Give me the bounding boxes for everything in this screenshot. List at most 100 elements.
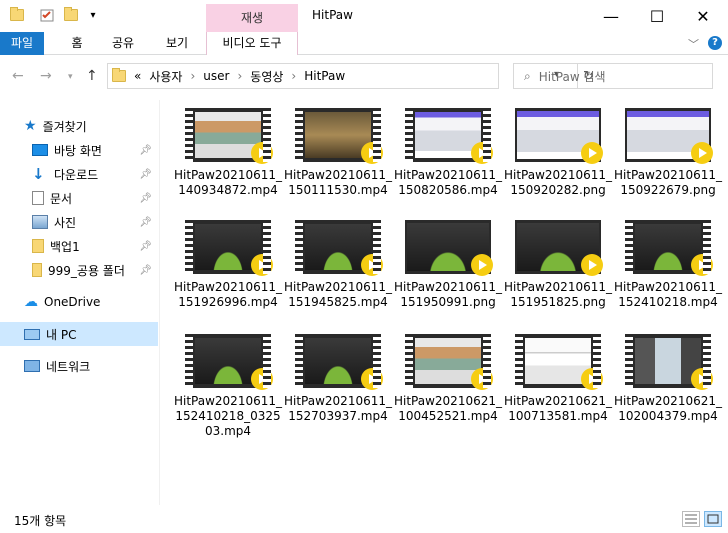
maximize-button[interactable]: ☐ [634, 0, 680, 32]
sidebar-item-label: 다운로드 [54, 167, 99, 182]
customize-toolbar-icon[interactable]: ▾ [84, 6, 102, 24]
breadcrumb-videos[interactable]: 동영상 [250, 68, 283, 85]
pin-icon[interactable]: 📌︎ [139, 265, 152, 276]
sidebar-item-documents[interactable]: 문서 📌︎ [32, 186, 158, 210]
sidebar-item-label: 네트워크 [46, 359, 91, 374]
file-item[interactable]: HitPaw20210621_100713581.mp4 [503, 334, 613, 448]
tab-file[interactable]: 파일 [0, 32, 44, 55]
tab-share[interactable]: 공유 [100, 32, 146, 55]
file-item[interactable]: HitPaw20210611_151950991.png [393, 220, 503, 334]
file-name: HitPaw20210611_150920282.png [503, 168, 612, 197]
pin-icon[interactable]: 📌︎ [139, 217, 152, 228]
minimize-button[interactable]: — [588, 0, 634, 32]
file-name: HitPaw20210611_150820586.mp4 [393, 168, 502, 197]
file-name: HitPaw20210611_151950991.png [393, 280, 502, 309]
play-icon [581, 368, 603, 390]
file-name: HitPaw20210621_102004379.mp4 [613, 394, 722, 423]
file-item[interactable]: HitPaw20210611_150922679.png [613, 108, 723, 222]
pin-icon[interactable]: 📌︎ [139, 145, 152, 156]
file-thumbnail [515, 108, 603, 164]
play-icon [581, 254, 603, 276]
file-item[interactable]: HitPaw20210621_102004379.mp4 [613, 334, 723, 448]
context-tab-play[interactable]: 재생 [206, 4, 298, 32]
download-icon: ↓ [32, 165, 45, 183]
play-icon [581, 142, 603, 164]
sidebar-item-label: 백업1 [50, 239, 80, 254]
sidebar-item-label: 즐겨찾기 [42, 119, 87, 134]
sidebar-item-label: 999_공용 폴더 [48, 263, 125, 278]
recent-locations-icon[interactable]: ▾ [68, 72, 73, 82]
play-icon [691, 142, 713, 164]
new-folder-icon[interactable] [62, 6, 80, 24]
computer-icon [24, 328, 40, 340]
breadcrumb-overflow[interactable]: « [134, 69, 141, 83]
file-thumbnail [625, 108, 713, 164]
file-thumbnail [295, 334, 383, 390]
file-name: HitPaw20210611_151926996.mp4 [173, 280, 282, 309]
file-item[interactable]: HitPaw20210611_151945825.mp4 [283, 220, 393, 334]
file-item[interactable]: HitPaw20210611_151926996.mp4 [173, 220, 283, 334]
up-icon[interactable]: ↑ [86, 68, 98, 84]
play-icon [471, 368, 493, 390]
sidebar-item-label: 바탕 화면 [54, 143, 102, 158]
pin-icon[interactable]: 📌︎ [139, 169, 152, 180]
file-item[interactable]: HitPaw20210611_150820586.mp4 [393, 108, 503, 222]
sidebar-item-desktop[interactable]: 바탕 화면 📌︎ [32, 138, 158, 162]
properties-icon[interactable] [38, 6, 56, 24]
sidebar-item-pictures[interactable]: 사진 📌︎ [32, 210, 158, 234]
file-thumbnail [625, 334, 713, 390]
sidebar-item-shared-folder[interactable]: 999_공용 폴더 📌︎ [32, 258, 158, 282]
close-button[interactable]: ✕ [680, 0, 726, 32]
tab-home[interactable]: 홈 [60, 32, 94, 55]
sidebar-item-quick-access[interactable]: ★ 즐겨찾기 [24, 114, 158, 138]
file-item[interactable]: HitPaw20210611_150111530.mp4 [283, 108, 393, 222]
file-item[interactable]: HitPaw20210611_152410218_032503.mp4 [173, 334, 283, 448]
navigation-bar: ← → ▾ ↑ « 사용자 › user › 동영상 › HitPaw ▾ ↻ … [0, 56, 728, 96]
sidebar-item-network[interactable]: 네트워크 [24, 354, 158, 378]
file-thumbnail [405, 108, 493, 164]
file-name: HitPaw20210611_152410218.mp4 [613, 280, 722, 309]
file-list: HitPaw20210611_140934872.mp4 HitPaw20210… [163, 100, 728, 505]
file-item[interactable]: HitPaw20210611_151951825.png [503, 220, 613, 334]
sidebar-item-label: 문서 [50, 191, 73, 206]
file-thumbnail [185, 334, 273, 390]
breadcrumb-separator-icon[interactable]: › [237, 69, 242, 83]
large-icons-view-icon[interactable] [704, 511, 722, 527]
file-item[interactable]: HitPaw20210611_140934872.mp4 [173, 108, 283, 222]
file-name: HitPaw20210621_100452521.mp4 [393, 394, 502, 423]
file-thumbnail [515, 334, 603, 390]
pin-icon[interactable]: 📌︎ [139, 193, 152, 204]
expand-ribbon-icon[interactable]: ﹀ [688, 36, 699, 52]
pin-icon[interactable]: 📌︎ [139, 241, 152, 252]
tab-video-tools[interactable]: 비디오 도구 [206, 32, 298, 55]
file-item[interactable]: HitPaw20210611_150920282.png [503, 108, 613, 222]
file-item[interactable]: HitPaw20210621_100452521.mp4 [393, 334, 503, 448]
file-item[interactable]: HitPaw20210611_152410218.mp4 [613, 220, 723, 334]
sidebar-item-downloads[interactable]: ↓ 다운로드 📌︎ [32, 162, 158, 186]
sidebar-item-backup[interactable]: 백업1 📌︎ [32, 234, 158, 258]
back-icon[interactable]: ← [12, 68, 24, 84]
breadcrumb-separator-icon[interactable]: › [190, 69, 195, 83]
breadcrumb-separator-icon[interactable]: › [291, 69, 296, 83]
pictures-icon [32, 215, 48, 229]
file-name: HitPaw20210611_151951825.png [503, 280, 612, 309]
details-view-icon[interactable] [682, 511, 700, 527]
search-box[interactable]: ⌕ HitPaw 검색 [513, 63, 713, 89]
breadcrumb-user[interactable]: user [203, 69, 229, 83]
file-item[interactable]: HitPaw20210611_152703937.mp4 [283, 334, 393, 448]
breadcrumb-hitpaw[interactable]: HitPaw [304, 69, 345, 83]
address-bar[interactable]: « 사용자 › user › 동영상 › HitPaw ▾ ↻ [107, 63, 594, 89]
search-placeholder: HitPaw 검색 [538, 69, 606, 84]
forward-icon[interactable]: → [40, 68, 52, 84]
play-icon [691, 254, 713, 276]
tab-view[interactable]: 보기 [154, 32, 200, 55]
breadcrumb-users[interactable]: 사용자 [149, 68, 182, 85]
file-thumbnail [295, 108, 383, 164]
help-icon[interactable]: ? [708, 36, 722, 50]
folder-icon[interactable] [8, 6, 26, 24]
folder-icon [112, 68, 126, 82]
sidebar-item-onedrive[interactable]: ☁ OneDrive [24, 290, 158, 314]
sidebar-item-this-pc[interactable]: 내 PC [0, 322, 158, 346]
file-thumbnail [405, 334, 493, 390]
star-icon: ★ [24, 118, 37, 134]
